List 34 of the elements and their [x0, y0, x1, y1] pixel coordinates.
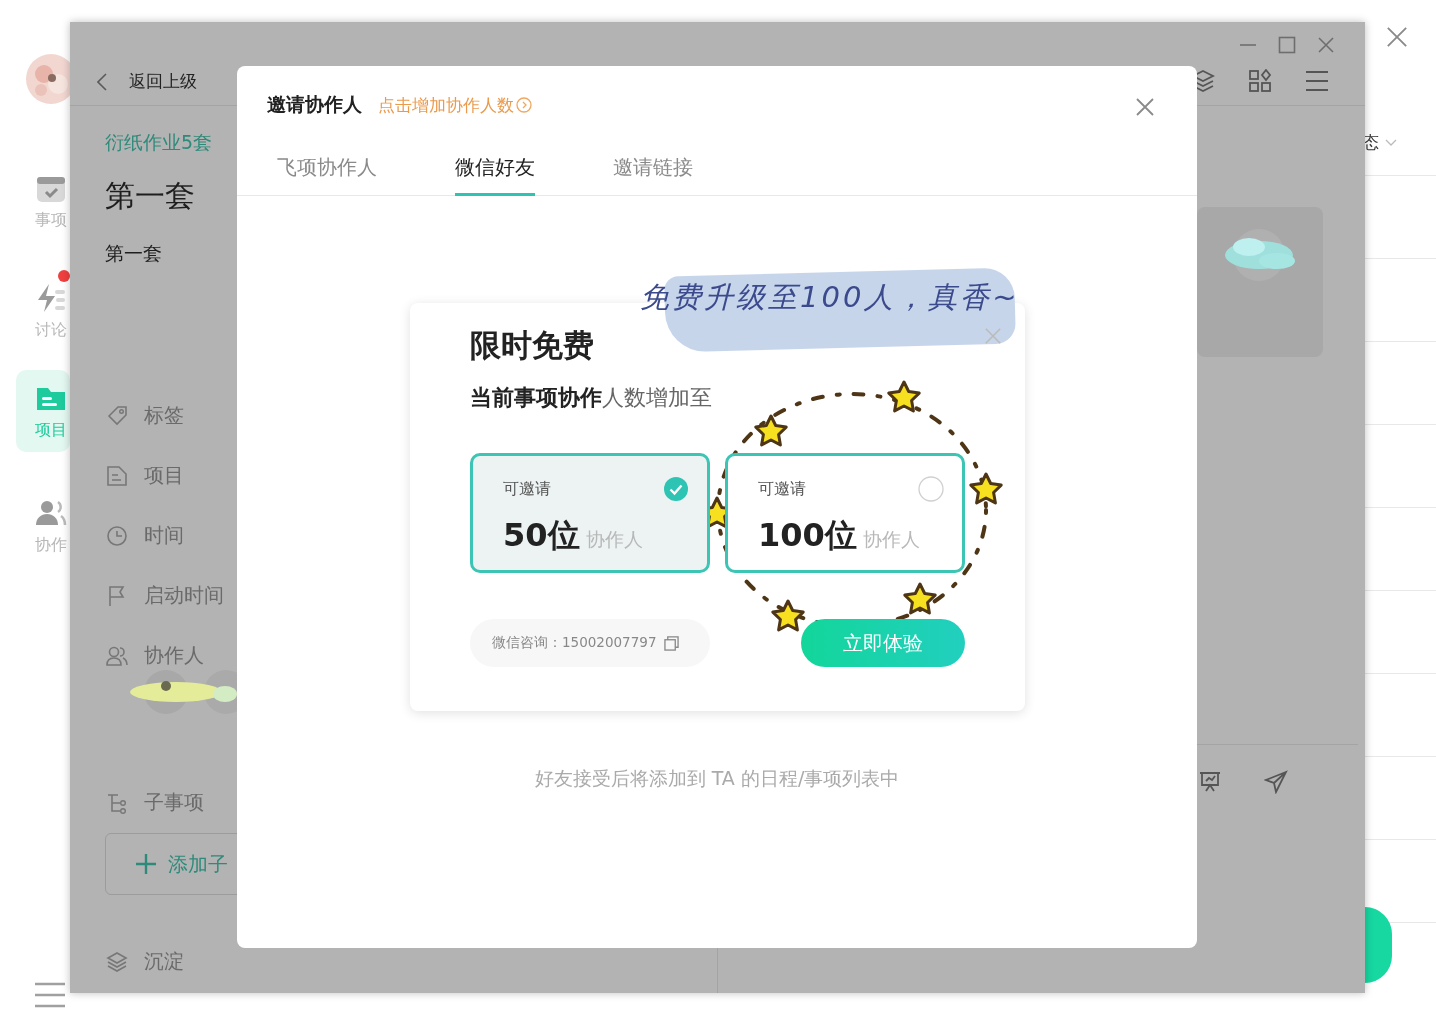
field-label: 启动时间 [144, 582, 224, 609]
option-caption: 可邀请 [758, 478, 806, 500]
task-description: 第一套 [105, 241, 162, 266]
nav-item[interactable]: 协作 [16, 485, 70, 567]
try-now-button[interactable]: 立即体验 [801, 619, 965, 667]
field-label: 标签 [144, 402, 184, 429]
section-label: 沉淀 [144, 948, 184, 975]
option-amount: 100位 [758, 515, 857, 556]
nav-item[interactable]: 事项 [16, 160, 70, 242]
hint-text: 好友接受后将添加到 TA 的日程/事项列表中 [533, 766, 901, 791]
tab[interactable]: 邀请链接 [613, 154, 693, 196]
tab[interactable]: 飞项协作人 [277, 154, 377, 196]
field-label: 协作人 [144, 642, 204, 669]
tab[interactable]: 微信好友 [455, 154, 535, 196]
nav-item[interactable]: 项目 [16, 370, 70, 452]
project-name[interactable]: 衍纸作业5套 [105, 130, 213, 156]
option-unit: 协作人 [585, 527, 643, 552]
option-unit: 协作人 [862, 527, 920, 552]
upgrade-link[interactable]: 点击增加协作人数 [378, 93, 532, 117]
task-title: 第一套 [105, 177, 195, 215]
dialog-title: 邀请协作人 [267, 92, 362, 117]
plan-option[interactable]: 可邀请 50位 协作人 [470, 453, 710, 573]
option-amount: 50位 [503, 515, 580, 556]
promo-subtitle: 当前事项协作人数增加至 [470, 384, 713, 412]
back-button[interactable]: 返回上级 [97, 70, 197, 93]
option-caption: 可邀请 [503, 478, 551, 500]
promo-title: 限时免费 [470, 326, 595, 365]
contact-text: 微信咨询：15002007797 [492, 634, 657, 652]
section-label: 子事项 [144, 789, 204, 816]
field-label: 时间 [144, 522, 184, 549]
plan-option[interactable]: 可邀请 100位 协作人 [725, 453, 965, 573]
nav-item[interactable]: 讨论 [16, 270, 70, 352]
promo-banner-text: 免费升级至100人，真香~ [640, 279, 1020, 316]
field-label: 项目 [144, 462, 184, 489]
